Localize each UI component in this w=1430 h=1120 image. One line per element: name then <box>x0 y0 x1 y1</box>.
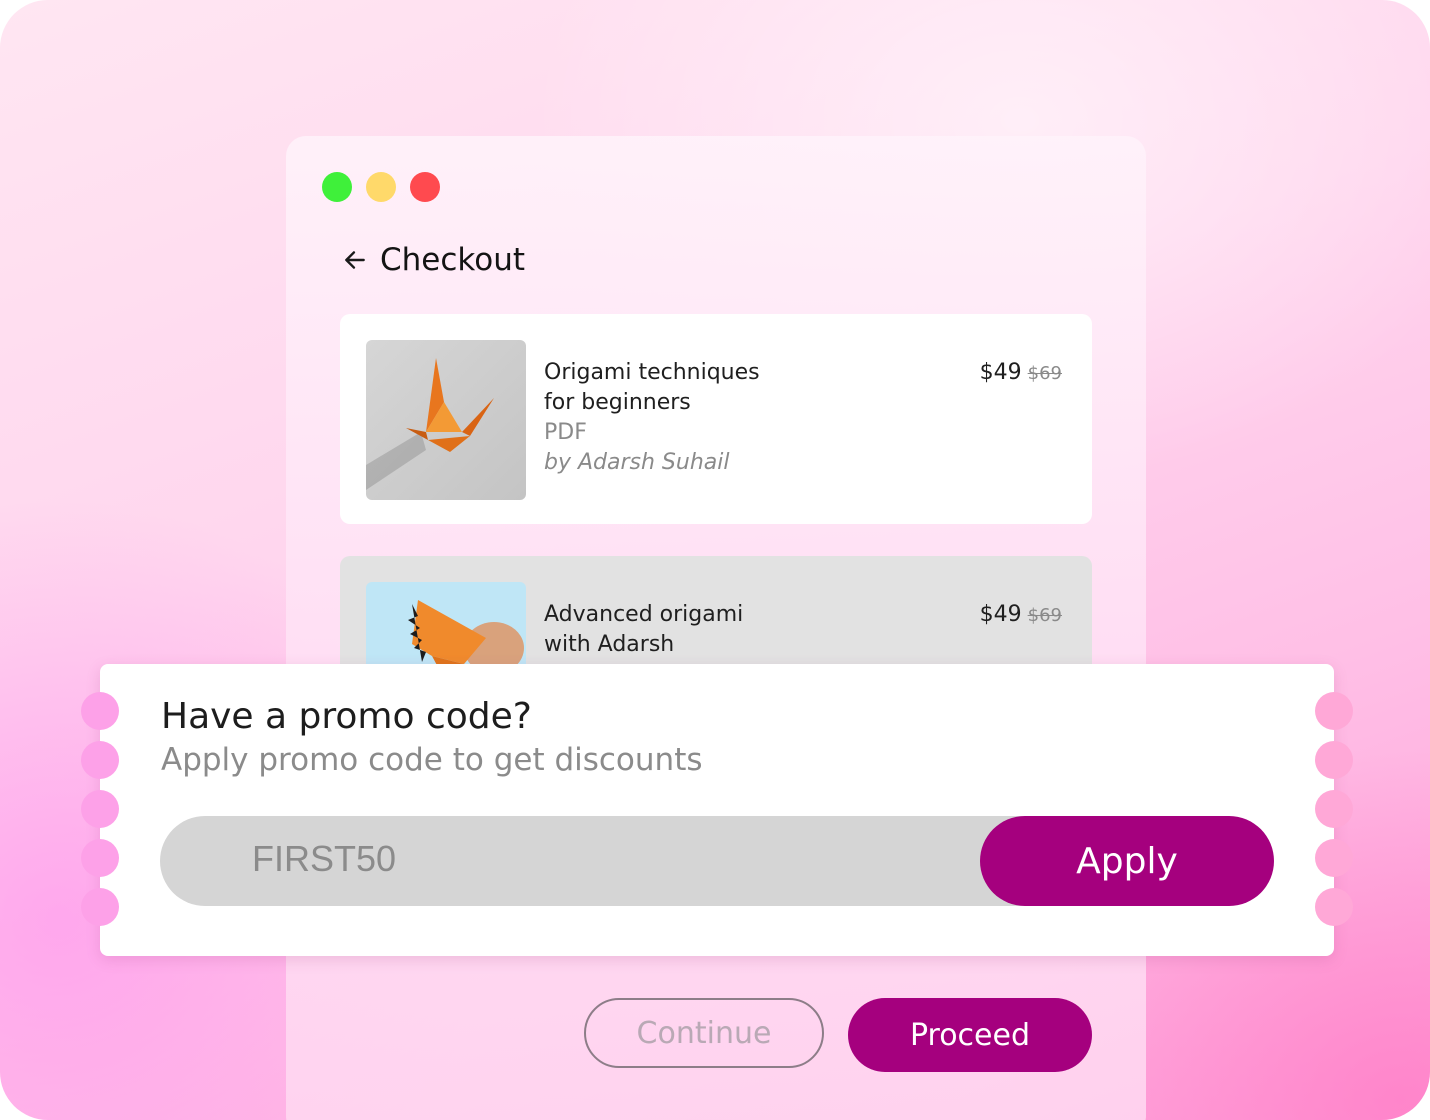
origami-crane-image <box>366 340 526 500</box>
background: Checkout Origami techniques for beginner… <box>0 0 1430 1120</box>
page-title: Checkout <box>380 242 526 278</box>
ticket-notch <box>1315 839 1353 877</box>
ticket-notch <box>81 692 119 730</box>
ticket-notch <box>1315 692 1353 730</box>
promo-title: Have a promo code? <box>161 696 532 737</box>
product-info: Origami techniques for beginners PDF by … <box>544 358 844 478</box>
product-price: $49 <box>979 360 1022 385</box>
product-title-line2: for beginners <box>544 390 691 415</box>
continue-button[interactable]: Continue <box>584 998 824 1068</box>
product-old-price: $69 <box>1027 363 1062 384</box>
product-price-block: $49 $69 <box>980 600 1062 631</box>
product-title: Advanced origami <box>544 602 744 627</box>
product-info: Advanced origami with Adarsh <box>544 600 844 660</box>
promo-code-card: Have a promo code? Apply promo code to g… <box>81 664 1353 956</box>
promo-subtitle: Apply promo code to get discounts <box>161 742 703 778</box>
arrow-left-icon[interactable] <box>342 247 368 273</box>
page-header: Checkout <box>342 242 525 278</box>
window-dot-yellow[interactable] <box>366 172 396 202</box>
product-author: by Adarsh Suhail <box>544 450 730 475</box>
proceed-button[interactable]: Proceed <box>848 998 1092 1072</box>
ticket-notch <box>1315 741 1353 779</box>
ticket-notch <box>81 888 119 926</box>
ticket-notch <box>1315 790 1353 828</box>
checkout-window: Checkout Origami techniques for beginner… <box>286 136 1146 1120</box>
ticket-notch <box>81 790 119 828</box>
ticket-notch <box>1315 888 1353 926</box>
product-format: PDF <box>544 420 587 445</box>
window-dot-red[interactable] <box>410 172 440 202</box>
promo-code-value[interactable]: FIRST50 <box>252 838 396 880</box>
ticket-notch <box>81 741 119 779</box>
product-card[interactable]: Origami techniques for beginners PDF by … <box>340 314 1092 524</box>
product-old-price: $69 <box>1027 605 1062 626</box>
product-price: $49 <box>979 602 1022 627</box>
window-dot-green[interactable] <box>322 172 352 202</box>
product-price-block: $49 $69 <box>980 358 1062 389</box>
product-title-line2: with Adarsh <box>544 632 675 657</box>
ticket-notch <box>81 839 119 877</box>
product-title: Origami techniques <box>544 360 760 385</box>
apply-button[interactable]: Apply <box>980 816 1274 906</box>
